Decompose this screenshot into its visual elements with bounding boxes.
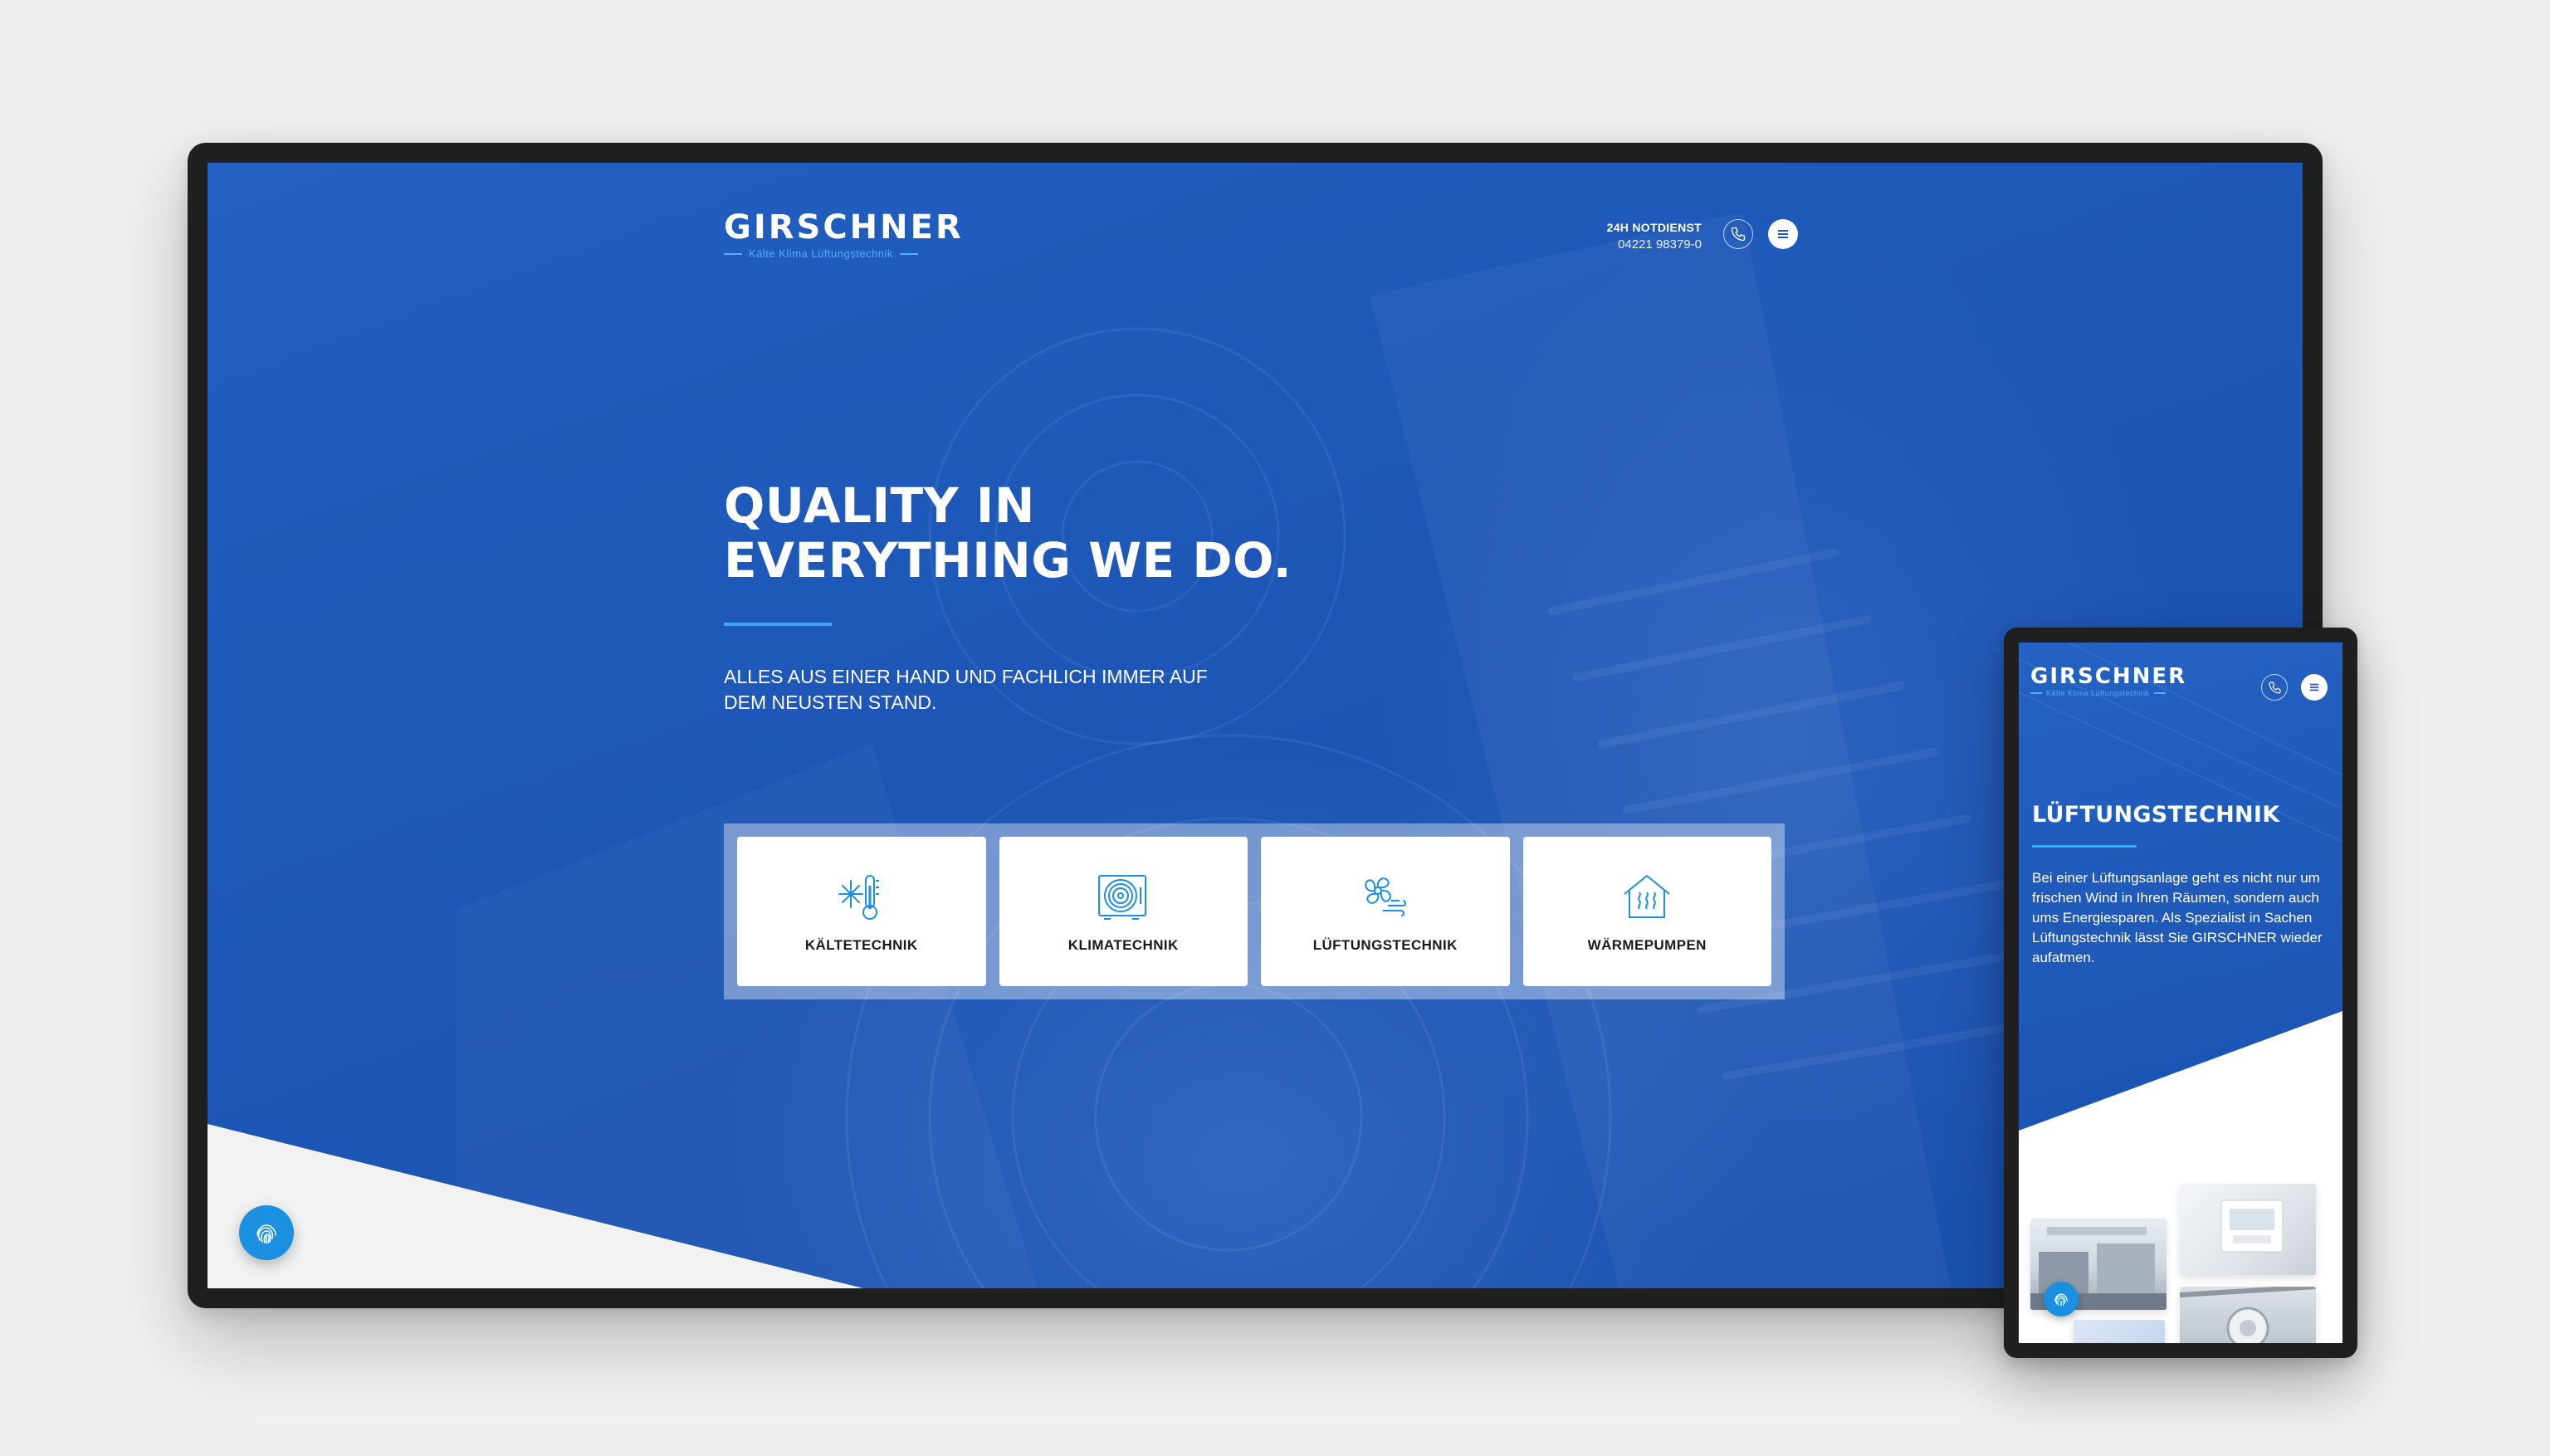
tagline-dash-right xyxy=(899,252,918,255)
tablet-menu-button[interactable] xyxy=(2301,674,2328,701)
tagline-dash-left xyxy=(724,252,742,255)
fan-airflow-icon xyxy=(1365,877,1406,916)
thermometer-snowflake-icon xyxy=(838,875,879,920)
tablet-title-accent-line xyxy=(2032,845,2137,848)
service-card-klimatechnik[interactable]: KLIMATECHNIK xyxy=(999,837,1248,986)
fingerprint-icon xyxy=(256,1224,276,1243)
tablet-tagline-dash-right xyxy=(2153,692,2166,694)
tablet-logo-tagline: Kälte Klima Lüftungstechnik xyxy=(2030,689,2186,697)
tablet-section-title: LÜFTUNGSTECHNIK xyxy=(2032,802,2280,828)
hero-headline: QUALITY IN EVERYTHING WE DO. xyxy=(724,478,1292,588)
tablet-screen: GIRSCHNER Kälte Klima Lüftungstechnik LÜ… xyxy=(2019,642,2342,1343)
fingerprint-icon xyxy=(2054,1293,2068,1307)
hero-subline: ALLES AUS EINER HAND UND FACHLICH IMMER … xyxy=(724,666,1208,713)
headline-line-1: QUALITY IN xyxy=(724,477,1035,534)
cookie-consent-button[interactable] xyxy=(239,1205,294,1260)
tablet-phone-button[interactable] xyxy=(2261,674,2288,701)
tablet-section-text: Bei einer Lüftungsanlage geht es nicht n… xyxy=(2032,870,2323,965)
tablet-device-frame: GIRSCHNER Kälte Klima Lüftungstechnik LÜ… xyxy=(2004,628,2357,1358)
bottom-white-wedge xyxy=(208,1124,863,1288)
tablet-brand-logo[interactable]: GIRSCHNER Kälte Klima Lüftungstechnik xyxy=(2030,664,2186,697)
brand-logo[interactable]: GIRSCHNER Kälte Klima Lüftungstechnik xyxy=(724,209,964,260)
phone-icon xyxy=(1731,227,1746,242)
service-label-waermepumpen: WÄRMEPUMPEN xyxy=(1587,937,1707,953)
tablet-tagline-dash-left xyxy=(2030,692,2042,694)
emergency-phone[interactable]: 04221 98379-0 xyxy=(1607,237,1702,252)
menu-button[interactable] xyxy=(1768,219,1798,249)
desktop-screen: GIRSCHNER Kälte Klima Lüftungstechnik 24… xyxy=(208,163,2303,1288)
service-label-kaeltetechnik: KÄLTETECHNIK xyxy=(804,937,918,953)
emergency-label: 24H NOTDIENST xyxy=(1606,221,1702,234)
service-card-waermepumpen[interactable]: WÄRMEPUMPEN xyxy=(1522,837,1771,986)
tablet-tagline-text: Kälte Klima Lüftungstechnik xyxy=(2046,689,2150,697)
service-label-lueftungstechnik: LÜFTUNGSTECHNIK xyxy=(1312,937,1458,953)
gallery-image-ceiling-vent[interactable] xyxy=(2180,1287,2316,1343)
service-card-kaeltetechnik[interactable]: KÄLTETECHNIK xyxy=(737,837,986,986)
desktop-device-frame: GIRSCHNER Kälte Klima Lüftungstechnik 24… xyxy=(188,143,2323,1308)
tablet-cookie-consent-button[interactable] xyxy=(2044,1282,2079,1317)
gallery-image-partial[interactable] xyxy=(2074,1320,2165,1343)
logo-wordmark: GIRSCHNER xyxy=(724,208,964,247)
logo-tagline: Kälte Klima Lüftungstechnik xyxy=(724,247,964,260)
hamburger-menu-icon xyxy=(1778,230,1788,238)
service-label-klimatechnik: KLIMATECHNIK xyxy=(1067,937,1179,953)
emergency-service: 24H NOTDIENST 04221 98379-0 xyxy=(1607,221,1702,252)
gallery-image-thermostat[interactable] xyxy=(2180,1184,2316,1275)
air-conditioner-unit-icon xyxy=(1098,875,1147,920)
service-card-lueftungstechnik[interactable]: LÜFTUNGSTECHNIK xyxy=(1261,837,1510,986)
headline-line-2: EVERYTHING WE DO. xyxy=(724,532,1292,589)
service-cards: KÄLTETECHNIK KLIMATECHNIK LÜFTUNGSTECHNI… xyxy=(724,823,1785,999)
house-heat-icon xyxy=(1624,874,1670,918)
tagline-text: Kälte Klima Lüftungstechnik xyxy=(749,247,893,260)
phone-icon xyxy=(2269,682,2280,693)
tablet-logo-wordmark: GIRSCHNER xyxy=(2030,664,2187,689)
hamburger-menu-icon xyxy=(2309,683,2319,691)
phone-button[interactable] xyxy=(1723,219,1753,249)
headline-accent-line xyxy=(724,623,832,626)
